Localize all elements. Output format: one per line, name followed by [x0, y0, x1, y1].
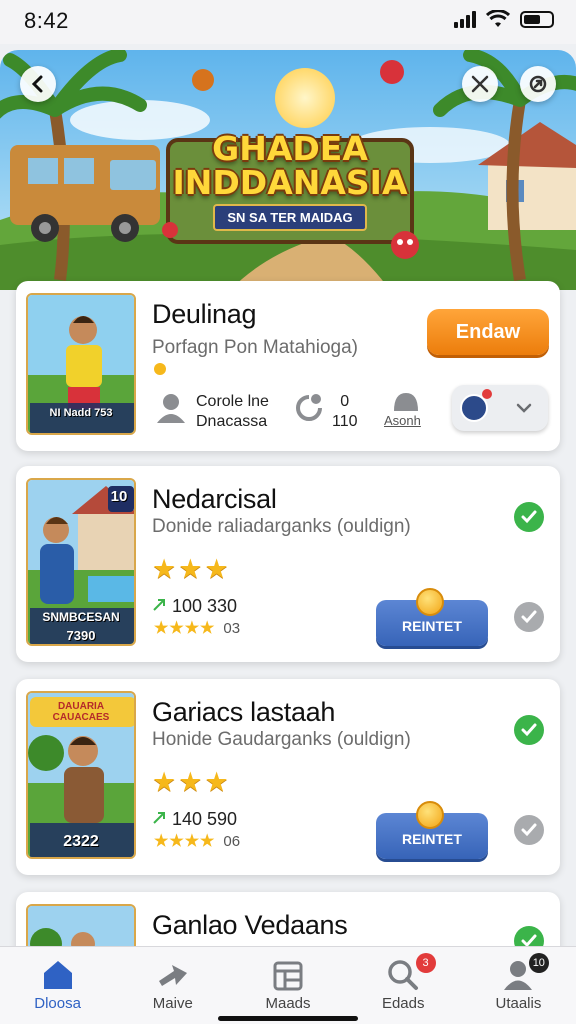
nav-item-search[interactable]: 3 Edads: [346, 947, 461, 1024]
home-indicator[interactable]: [218, 1016, 358, 1021]
thumb-label: SNMBCESAN: [42, 610, 120, 624]
notification-dot: [482, 389, 492, 399]
mini-rating: ★ ★ ★ ★ 03: [154, 619, 241, 638]
play-button[interactable]: Endaw: [427, 309, 549, 355]
map-icon: [273, 961, 303, 991]
mini-rating: ★ ★ ★ ★ 06: [154, 832, 241, 851]
game-card[interactable]: NI Nadd 753 Deulinag Porfagn Pon Matahio…: [16, 281, 560, 451]
status-bar: 8:42: [0, 0, 576, 44]
nav-label: Dloosa: [34, 995, 81, 1012]
trend-icon: [153, 599, 165, 611]
players-info: Corole lne Dnacassa: [196, 392, 269, 432]
completed-check-icon[interactable]: [514, 502, 544, 532]
assign-link[interactable]: Asonh: [384, 413, 421, 428]
nav-label: Utaalis: [495, 995, 542, 1012]
chevron-left-icon: [31, 75, 43, 93]
nav-item-maps[interactable]: Maads: [230, 947, 345, 1024]
pending-check-icon[interactable]: [514, 815, 544, 845]
hero-title-line1: GHADEA: [212, 129, 368, 168]
hero-title-line2: INDDANASIA: [172, 163, 408, 202]
coin-icon: [154, 363, 166, 375]
thumb-score: 2322: [63, 833, 99, 850]
card-title: Ganlao Vedaans: [152, 910, 348, 940]
timer-info: 0 110: [332, 392, 358, 432]
thumb-label: DAUARIA CAUACAES: [52, 701, 110, 723]
card-thumbnail: NI Nadd 753: [26, 293, 136, 435]
tools-icon: [471, 75, 489, 93]
avatar-dropdown[interactable]: [452, 385, 548, 431]
star-rating: ★ ★ ★: [152, 769, 229, 796]
signal-icon: [454, 10, 476, 28]
coin-icon: [416, 801, 444, 829]
share-icon: [529, 75, 547, 93]
coin-icon: [416, 588, 444, 616]
completed-check-icon[interactable]: [514, 715, 544, 745]
mini-rating-number: 06: [223, 832, 241, 850]
star-rating: ★ ★ ★: [152, 556, 229, 583]
hero-subtitle: SN SA TER MAIDAG: [213, 204, 367, 231]
timer-line2: 110: [332, 413, 358, 430]
card-title: Gariacs lastaah: [152, 697, 336, 727]
retry-label: REINTET: [402, 831, 462, 847]
tools-button[interactable]: [462, 66, 498, 102]
card-thumbnail: DAUARIA CAUACAES 2322: [26, 691, 136, 859]
players-line2: Dnacassa: [196, 413, 268, 430]
card-title: Nedarcisal: [152, 484, 277, 514]
mini-rating-number: 03: [223, 619, 241, 637]
star-icon: ★: [152, 767, 177, 797]
nav-item-profile[interactable]: 10 Utaalis: [461, 947, 576, 1024]
thumb-label: NI Nadd 753: [49, 407, 113, 419]
card-subtitle: Porfagn Pon Matahioga): [152, 337, 358, 358]
share-button[interactable]: [520, 66, 556, 102]
stat-value: 100 330: [172, 596, 238, 616]
helmet-icon: [394, 393, 418, 411]
retry-label: REINTET: [402, 618, 462, 634]
star-icon: ★: [152, 554, 177, 584]
status-time: 8:42: [24, 8, 69, 33]
pending-check-icon[interactable]: [514, 602, 544, 632]
nav-item-move[interactable]: Maive: [115, 947, 230, 1024]
star-icon: ★: [178, 554, 203, 584]
thumb-badge: 10: [110, 488, 128, 505]
home-icon: [43, 961, 72, 989]
card-subtitle: Honide Gaudarganks (ouldign): [152, 729, 411, 750]
hero-banner: GHADEA INDDANASIA SN SA TER MAIDAG: [0, 50, 576, 290]
bottom-navigation: Dloosa Maive Maads 3 Edads 10 Utaalis: [0, 946, 576, 1024]
user-icon: [157, 394, 185, 423]
timer-line1: 0: [340, 393, 350, 410]
game-card[interactable]: 10 SNMBCESAN 7390 Nedarcisal Donide rali…: [16, 466, 560, 662]
back-button[interactable]: [20, 66, 56, 102]
wifi-icon: [486, 10, 510, 27]
retry-button[interactable]: REINTET: [376, 588, 488, 646]
nav-label: Edads: [381, 995, 425, 1012]
star-icon: ★: [178, 767, 203, 797]
star-icon: ★: [204, 767, 229, 797]
card-thumbnail: 10 SNMBCESAN 7390: [26, 478, 136, 646]
hero-title: GHADEA INDDANASIA SN SA TER MAIDAG: [170, 132, 410, 231]
nav-label: Maive: [152, 995, 193, 1012]
status-icons: [454, 10, 554, 28]
players-line1: Corole lne: [196, 393, 269, 410]
thumb-score: 7390: [66, 628, 96, 643]
arrow-icon: [158, 965, 187, 986]
timer-icon: [296, 394, 322, 421]
battery-icon: [520, 10, 554, 28]
trend-icon: [153, 812, 165, 824]
stat-value: 140 590: [172, 809, 238, 829]
nav-item-home[interactable]: Dloosa: [0, 947, 115, 1024]
chevron-down-icon: [516, 403, 532, 413]
card-subtitle: Donide raliadarganks (ouldign): [152, 516, 411, 537]
card-title: Deulinag: [152, 299, 257, 329]
game-card[interactable]: DAUARIA CAUACAES 2322 Gariacs lastaah Ho…: [16, 679, 560, 875]
nav-label: Maads: [265, 995, 311, 1012]
retry-button[interactable]: REINTET: [376, 801, 488, 859]
notification-badge: 10: [528, 953, 549, 973]
star-icon: ★: [204, 554, 229, 584]
notification-badge: 3: [415, 953, 436, 973]
